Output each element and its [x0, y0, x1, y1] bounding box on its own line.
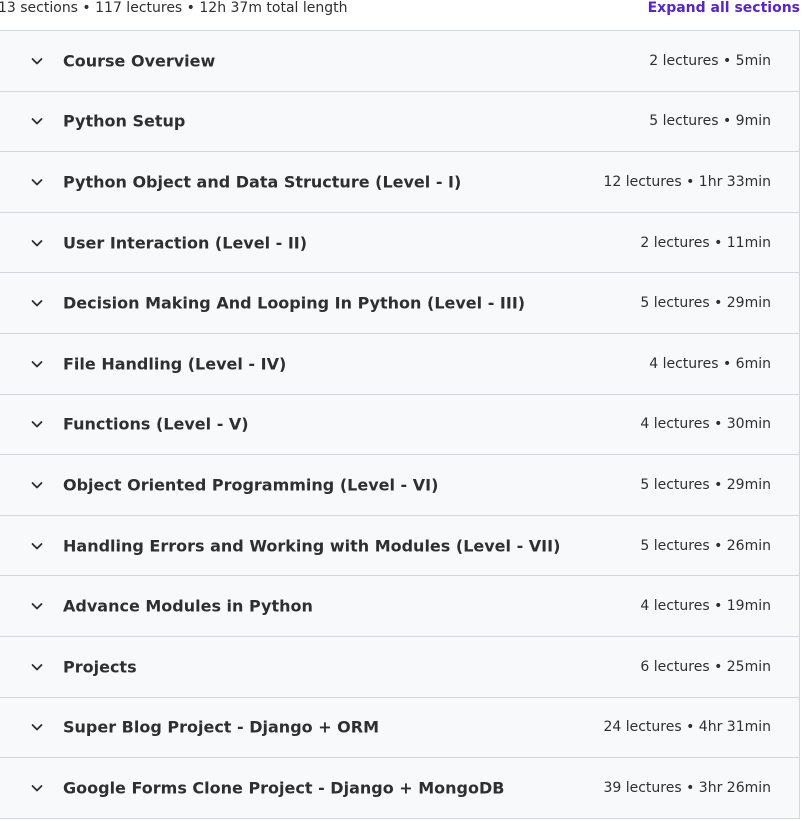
section-row[interactable]: Advance Modules in Python 4 lectures • 19…	[0, 576, 799, 637]
chevron-down-icon[interactable]	[29, 174, 45, 190]
section-title: Projects	[63, 657, 137, 677]
section-meta: 5 lectures • 29min	[640, 295, 771, 312]
section-meta: 39 lectures • 3hr 26min	[603, 779, 771, 796]
section-title: Python Setup	[63, 111, 186, 131]
section-meta: 5 lectures • 29min	[640, 476, 771, 493]
section-title: Python Object and Data Structure (Level …	[63, 172, 462, 192]
section-row[interactable]: Functions (Level - V) 4 lectures • 30min	[0, 394, 799, 456]
section-title: Handling Errors and Working with Modules…	[63, 536, 561, 556]
section-row[interactable]: Decision Making And Looping In Python (L…	[0, 273, 799, 334]
section-title: Course Overview	[63, 51, 216, 71]
section-title: Google Forms Clone Project - Django + Mo…	[63, 778, 505, 798]
section-title: File Handling (Level - IV)	[63, 354, 287, 374]
curriculum-section-list: Course Overview 2 lectures • 5min Python S…	[0, 30, 800, 819]
section-row[interactable]: Object Oriented Programming (Level - VI)…	[0, 455, 799, 516]
chevron-down-icon[interactable]	[29, 235, 45, 251]
chevron-down-icon[interactable]	[29, 416, 45, 432]
section-title: Functions (Level - V)	[63, 414, 249, 434]
section-title: Super Blog Project - Django + ORM	[63, 717, 380, 737]
section-title: Object Oriented Programming (Level - VI)	[63, 475, 439, 495]
curriculum-header: 13 sections • 117 lectures • 12h 37m tot…	[0, 0, 803, 30]
section-meta: 4 lectures • 6min	[649, 355, 771, 372]
section-row[interactable]: Python Setup 5 lectures • 9min	[0, 91, 799, 153]
section-meta: 24 lectures • 4hr 31min	[603, 719, 771, 736]
chevron-down-icon[interactable]	[29, 356, 45, 372]
section-meta: 5 lectures • 9min	[649, 113, 771, 130]
section-row[interactable]: File Handling (Level - IV) 4 lectures • 6…	[0, 333, 799, 395]
section-row[interactable]: Google Forms Clone Project - Django + Mo…	[0, 758, 799, 819]
section-meta: 12 lectures • 1hr 33min	[603, 173, 771, 190]
section-meta: 2 lectures • 11min	[640, 234, 771, 251]
chevron-down-icon[interactable]	[29, 780, 45, 796]
chevron-down-icon[interactable]	[29, 295, 45, 311]
section-row[interactable]: Course Overview 2 lectures • 5min	[0, 31, 799, 92]
section-row[interactable]: Super Blog Project - Django + ORM 24 lect…	[0, 697, 799, 759]
section-meta: 4 lectures • 30min	[640, 416, 771, 433]
section-meta: 5 lectures • 26min	[640, 537, 771, 554]
section-meta: 4 lectures • 19min	[640, 598, 771, 615]
section-meta: 6 lectures • 25min	[640, 658, 771, 675]
section-row[interactable]: Projects 6 lectures • 25min	[0, 636, 799, 698]
section-row[interactable]: Python Object and Data Structure (Level …	[0, 152, 799, 213]
expand-all-sections-button[interactable]: Expand all sections	[648, 0, 800, 17]
chevron-down-icon[interactable]	[29, 659, 45, 675]
section-row[interactable]: Handling Errors and Working with Modules…	[0, 515, 799, 577]
section-meta: 2 lectures • 5min	[649, 52, 771, 69]
chevron-down-icon[interactable]	[29, 477, 45, 493]
section-title: User Interaction (Level - II)	[63, 233, 308, 253]
section-title: Decision Making And Looping In Python (L…	[63, 293, 526, 313]
section-title: Advance Modules in Python	[63, 596, 313, 616]
chevron-down-icon[interactable]	[29, 53, 45, 69]
chevron-down-icon[interactable]	[29, 113, 45, 129]
section-row[interactable]: User Interaction (Level - II) 2 lectures …	[0, 212, 799, 274]
curriculum-summary: 13 sections • 117 lectures • 12h 37m tot…	[0, 0, 348, 16]
chevron-down-icon[interactable]	[29, 598, 45, 614]
chevron-down-icon[interactable]	[29, 719, 45, 735]
chevron-down-icon[interactable]	[29, 538, 45, 554]
